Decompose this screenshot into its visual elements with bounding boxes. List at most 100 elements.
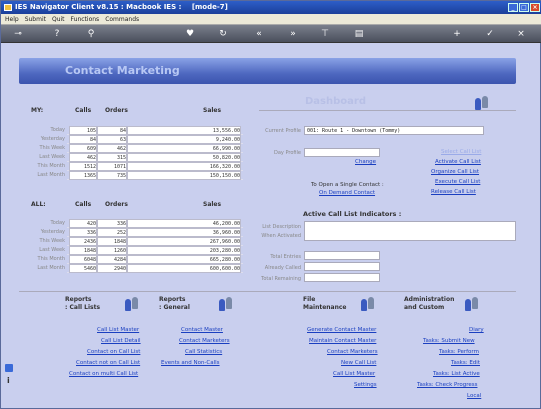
- section-line: File: [303, 296, 316, 303]
- row-label: Last Month: [37, 172, 65, 178]
- document-icon[interactable]: ▤: [353, 28, 365, 40]
- list-description-label: List Description: [262, 224, 301, 230]
- all-label: ALL:: [31, 201, 46, 208]
- heart-icon[interactable]: ♥: [184, 28, 196, 40]
- orders-cell: 2940: [97, 264, 127, 273]
- row-label: Last Week: [39, 247, 65, 253]
- total-entries-label: Total Entries: [270, 254, 301, 260]
- sales-cell: 13,556.00: [127, 126, 241, 135]
- total-remaining-label: Total Remaining: [261, 276, 301, 282]
- forward-icon[interactable]: »: [287, 28, 299, 40]
- table-row: This Week 609 462 66,990.00: [39, 144, 243, 153]
- all-sales-header: Sales: [203, 201, 222, 208]
- table-row: Today 420 336 46,200.00: [51, 219, 243, 228]
- link-call-list-master[interactable]: Call List Master: [97, 327, 139, 333]
- link-contact-on-call-list[interactable]: Contact on Call List: [87, 349, 140, 355]
- total-remaining-field: [304, 273, 380, 282]
- link-diary[interactable]: Diary: [469, 327, 484, 333]
- orders-cell: 1848: [97, 237, 127, 246]
- link-tasks-check-progress[interactable]: Tasks: Check Progress: [417, 382, 477, 388]
- link-events-non-calls[interactable]: Events and Non-Calls: [161, 360, 220, 366]
- calls-cell: 1512: [69, 162, 97, 171]
- maximize-button[interactable]: □: [519, 3, 529, 12]
- sales-cell: 150,150.00: [127, 171, 241, 180]
- link-contact-marketers[interactable]: Contact Marketers: [179, 338, 230, 344]
- release-call-list-link[interactable]: Release Call List: [431, 189, 476, 195]
- all-orders-header: Orders: [105, 201, 128, 208]
- check-icon[interactable]: ✓: [484, 28, 496, 40]
- calls-cell: 2436: [69, 237, 97, 246]
- key-icon[interactable]: ⊸: [7, 28, 29, 40]
- menu-functions[interactable]: Functions: [71, 14, 100, 24]
- table-row: This Month 6048 4284 665,280.00: [38, 255, 243, 264]
- row-label: This Week: [39, 238, 65, 244]
- orders-cell: 63: [97, 135, 127, 144]
- link-new-call-list[interactable]: New Call List: [341, 360, 376, 366]
- minimize-button[interactable]: _: [508, 3, 518, 12]
- current-profile-label: Current Profile: [265, 128, 301, 134]
- link-contact-marketers-2[interactable]: Contact Marketers: [327, 349, 378, 355]
- my-orders-header: Orders: [105, 107, 128, 114]
- link-tasks-perform[interactable]: Tasks: Perform: [439, 349, 479, 355]
- close-button[interactable]: ×: [530, 3, 540, 12]
- sales-cell: 66,990.00: [127, 144, 241, 153]
- add-icon[interactable]: +: [451, 28, 463, 40]
- sales-cell: 9,240.00: [127, 135, 241, 144]
- link-tasks-submit-new[interactable]: Tasks: Submit New: [423, 338, 475, 344]
- link-tasks-edit[interactable]: Tasks: Edit: [451, 360, 480, 366]
- link-contact-master[interactable]: Contact Master: [181, 327, 223, 333]
- link-local[interactable]: Local: [467, 393, 481, 399]
- sales-cell: 166,320.00: [127, 162, 241, 171]
- calls-cell: 84: [69, 135, 97, 144]
- activate-call-list-link[interactable]: Activate Call List: [435, 159, 481, 165]
- filter-icon[interactable]: ⊤: [319, 28, 331, 40]
- link-generate-contact-master[interactable]: Generate Contact Master: [307, 327, 376, 333]
- back-icon[interactable]: «: [253, 28, 265, 40]
- help-icon[interactable]: ?: [51, 28, 63, 40]
- cancel-icon[interactable]: ×: [515, 28, 527, 40]
- info-icon[interactable]: i: [7, 376, 10, 385]
- execute-call-list-link[interactable]: Execute Call List: [435, 179, 480, 185]
- link-call-list-detail[interactable]: Call List Detail: [101, 338, 141, 344]
- app-window: IES Navigator Client v8.15 : Macbook IES…: [0, 0, 541, 409]
- side-tool-icon[interactable]: [5, 364, 13, 372]
- menu-commands[interactable]: Commands: [105, 14, 139, 24]
- row-label: This Month: [37, 163, 65, 169]
- link-maintain-contact-master[interactable]: Maintain Contact Master: [309, 338, 376, 344]
- refresh-icon[interactable]: ↻: [217, 28, 229, 40]
- banner-title: Contact Marketing: [65, 64, 180, 77]
- orders-cell: 1260: [97, 246, 127, 255]
- stats-panel: MY: Calls Orders Sales Today 105 84 13,556.…: [23, 93, 253, 288]
- table-row: This Week 2436 1848 267,960.00: [39, 237, 243, 246]
- calls-cell: 105: [69, 126, 97, 135]
- table-row: Today 105 84 13,556.00: [51, 126, 243, 135]
- table-row: Last Month 5460 2940 600,600.00: [37, 264, 243, 273]
- sales-cell: 50,820.00: [127, 153, 241, 162]
- menu-submit[interactable]: Submit: [25, 14, 46, 24]
- my-sales-header: Sales: [203, 107, 222, 114]
- day-profile-field[interactable]: [304, 148, 380, 157]
- app-icon: [4, 4, 12, 11]
- on-demand-contact-link[interactable]: On Demand Contact: [319, 190, 375, 196]
- section-line: Reports: [159, 296, 186, 303]
- select-call-list-link[interactable]: Select Call List: [441, 149, 481, 155]
- table-row: Yesterday 336 252 36,960.00: [41, 228, 243, 237]
- organize-call-list-link[interactable]: Organize Call List: [431, 169, 479, 175]
- link-call-statistics[interactable]: Call Statistics: [185, 349, 222, 355]
- link-settings[interactable]: Settings: [354, 382, 377, 388]
- link-contact-not-on-call-list[interactable]: Contact not on Call List: [76, 360, 140, 366]
- sales-cell: 600,600.00: [127, 264, 241, 273]
- sales-cell: 46,200.00: [127, 219, 241, 228]
- people-icon: [123, 296, 141, 312]
- current-profile-field[interactable]: 001: Route 1 - Downtown (Tommy): [304, 126, 484, 135]
- change-link[interactable]: Change: [355, 159, 376, 165]
- link-call-list-master-2[interactable]: Call List Master: [333, 371, 375, 377]
- row-label: Last Week: [39, 154, 65, 160]
- menu-quit[interactable]: Quit: [52, 14, 65, 24]
- people-icon: [359, 296, 377, 312]
- search-icon[interactable]: ⚲: [85, 28, 97, 40]
- link-contact-multi-call-list[interactable]: Contact on multi Call List: [69, 371, 138, 377]
- menu-help[interactable]: Help: [5, 14, 19, 24]
- calls-cell: 462: [69, 153, 97, 162]
- link-tasks-list-active[interactable]: Tasks: List Active: [433, 371, 480, 377]
